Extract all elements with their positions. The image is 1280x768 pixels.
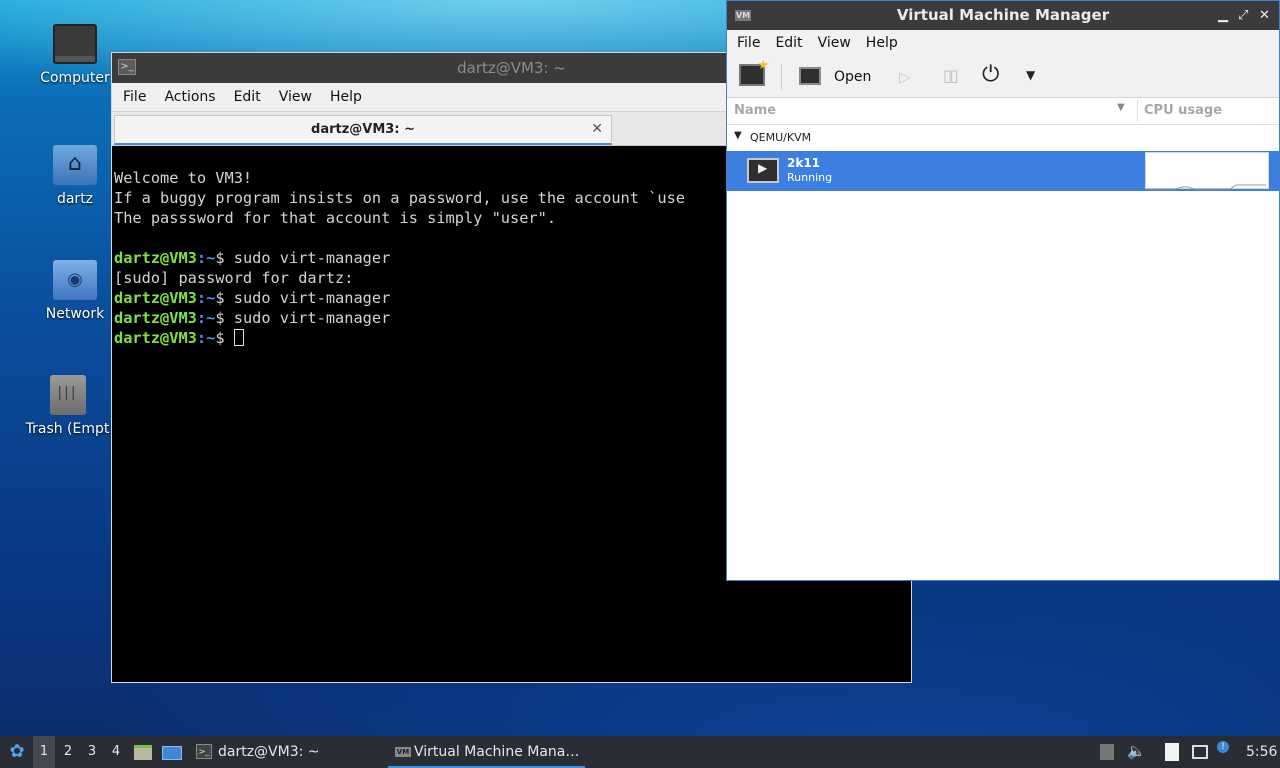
minimize-icon[interactable]: ▁ — [1218, 1, 1228, 30]
workspace-2[interactable]: 2 — [57, 736, 79, 768]
vmm-app-icon: VM — [735, 10, 751, 21]
prompt-user: dartz@VM3 — [114, 329, 197, 347]
task-label: Virtual Machine Mana… — [414, 744, 580, 760]
workspace-3[interactable]: 3 — [81, 736, 103, 768]
volume-icon[interactable]: 🔈 — [1127, 742, 1146, 760]
prompt-path: :~ — [196, 309, 216, 327]
clipboard-icon[interactable] — [1165, 743, 1179, 761]
menu-file[interactable]: File — [116, 89, 153, 105]
terminal-cursor — [233, 329, 244, 346]
cpu-usage-graph — [1145, 152, 1269, 190]
terminal-app-icon: >_ — [196, 744, 212, 759]
vmm-toolbar: Open ▷ ▯▯ ⏻ ▼ — [727, 56, 1279, 98]
expander-icon[interactable]: ▼ — [734, 130, 742, 141]
run-icon[interactable]: ▷ — [899, 68, 911, 86]
prompt-user: dartz@VM3 — [114, 289, 197, 307]
update-notifier-icon[interactable]: ! — [1217, 741, 1229, 753]
workspace-4[interactable]: 4 — [105, 736, 127, 768]
vmm-menubar: File Edit View Help — [727, 30, 1279, 56]
desktop-icon-network[interactable]: Network — [25, 260, 125, 322]
open-console-icon[interactable] — [799, 67, 821, 85]
desktop-icon-label: Trash (Empt — [25, 421, 110, 437]
menu-view[interactable]: View — [272, 89, 319, 105]
menu-edit[interactable]: Edit — [768, 35, 809, 51]
menu-help[interactable]: Help — [859, 35, 905, 51]
close-tab-icon[interactable]: ✕ — [591, 116, 603, 143]
menu-view[interactable]: View — [811, 35, 858, 51]
task-vmm[interactable]: VM Virtual Machine Mana… — [388, 736, 585, 768]
prompt-command: $ sudo virt-manager — [215, 309, 391, 327]
vmm-title: Virtual Machine Manager — [896, 6, 1110, 24]
notification-tray-icon[interactable] — [1100, 744, 1114, 760]
task-terminal[interactable]: >_ dartz@VM3: ~ — [192, 736, 382, 768]
close-icon[interactable]: ✕ — [1259, 1, 1270, 30]
menu-file[interactable]: File — [730, 35, 767, 51]
connection-name: QEMU/KVM — [750, 131, 812, 144]
computer-icon — [53, 24, 97, 64]
prompt-path: :~ — [196, 329, 216, 347]
vm-row[interactable]: 2k11 Running — [727, 151, 1279, 191]
show-desktop-icon[interactable] — [162, 736, 184, 768]
menu-help[interactable]: Help — [323, 89, 369, 105]
desktop-icon-trash[interactable]: Trash (Empt — [20, 375, 115, 437]
prompt-command: $ sudo virt-manager — [215, 289, 391, 307]
app-menu-icon[interactable]: ✿ — [6, 736, 28, 768]
vmm-titlebar[interactable]: VM Virtual Machine Manager ▁ ⤢ ✕ — [727, 1, 1279, 30]
prompt-user: dartz@VM3 — [114, 309, 197, 327]
connection-group[interactable]: ▼ QEMU/KVM — [727, 125, 1279, 151]
vmm-window[interactable]: VM Virtual Machine Manager ▁ ⤢ ✕ File Ed… — [726, 0, 1280, 581]
chevron-down-icon[interactable]: ▼ — [1026, 68, 1035, 82]
vm-name: 2k11 — [787, 156, 821, 170]
terminal-tab-label: dartz@VM3: ~ — [311, 122, 415, 137]
trash-icon — [49, 375, 86, 415]
cpu-sparkline — [1146, 184, 1266, 190]
terminal-app-icon: >_ — [118, 59, 136, 75]
task-label: dartz@VM3: ~ — [218, 744, 320, 760]
file-manager-icon[interactable] — [134, 736, 154, 768]
prompt-path: :~ — [196, 249, 216, 267]
vmm-app-icon: VM — [395, 747, 411, 757]
column-cpu-usage[interactable]: CPU usage — [1144, 103, 1222, 118]
terminal-tab[interactable]: dartz@VM3: ~ ✕ — [114, 115, 612, 145]
desktop-icon-label: Network — [45, 306, 105, 322]
desktop-icon-home[interactable]: dartz — [25, 145, 125, 207]
toolbar-separator — [781, 64, 782, 90]
menu-actions[interactable]: Actions — [157, 89, 222, 105]
vm-status: Running — [787, 171, 833, 184]
maximize-icon[interactable]: ⤢ — [1238, 1, 1248, 30]
column-name[interactable]: Name — [734, 103, 776, 118]
menu-edit[interactable]: Edit — [227, 89, 268, 105]
prompt-command: $ sudo virt-manager — [215, 249, 391, 267]
vm-list-header: Name ▼ CPU usage — [727, 98, 1279, 125]
column-divider — [1137, 100, 1138, 122]
clock[interactable]: 5:56 — [1246, 736, 1277, 768]
network-status-icon[interactable] — [1192, 745, 1208, 759]
workspace-1[interactable]: 1 — [33, 736, 55, 768]
vm-running-icon — [747, 158, 779, 183]
prompt-user: dartz@VM3 — [114, 249, 197, 267]
open-button[interactable]: Open — [834, 69, 871, 85]
taskbar: ✿ 1 2 3 4 >_ dartz@VM3: ~ VM Virtual Mac… — [0, 736, 1280, 768]
home-folder-icon — [53, 145, 97, 185]
prompt-path: :~ — [196, 289, 216, 307]
sort-indicator-icon[interactable]: ▼ — [1117, 102, 1125, 113]
desktop-icon-label: Computer — [40, 70, 110, 86]
terminal-title: dartz@VM3: ~ — [457, 59, 566, 77]
network-folder-icon — [53, 260, 97, 300]
new-vm-icon[interactable] — [739, 58, 769, 86]
prompt-command: $ — [215, 329, 234, 347]
power-icon[interactable]: ⏻ — [982, 62, 999, 87]
desktop-icon-label: dartz — [56, 191, 94, 207]
pause-icon[interactable]: ▯▯ — [943, 66, 959, 85]
desktop-icon-computer[interactable]: Computer — [25, 24, 125, 86]
